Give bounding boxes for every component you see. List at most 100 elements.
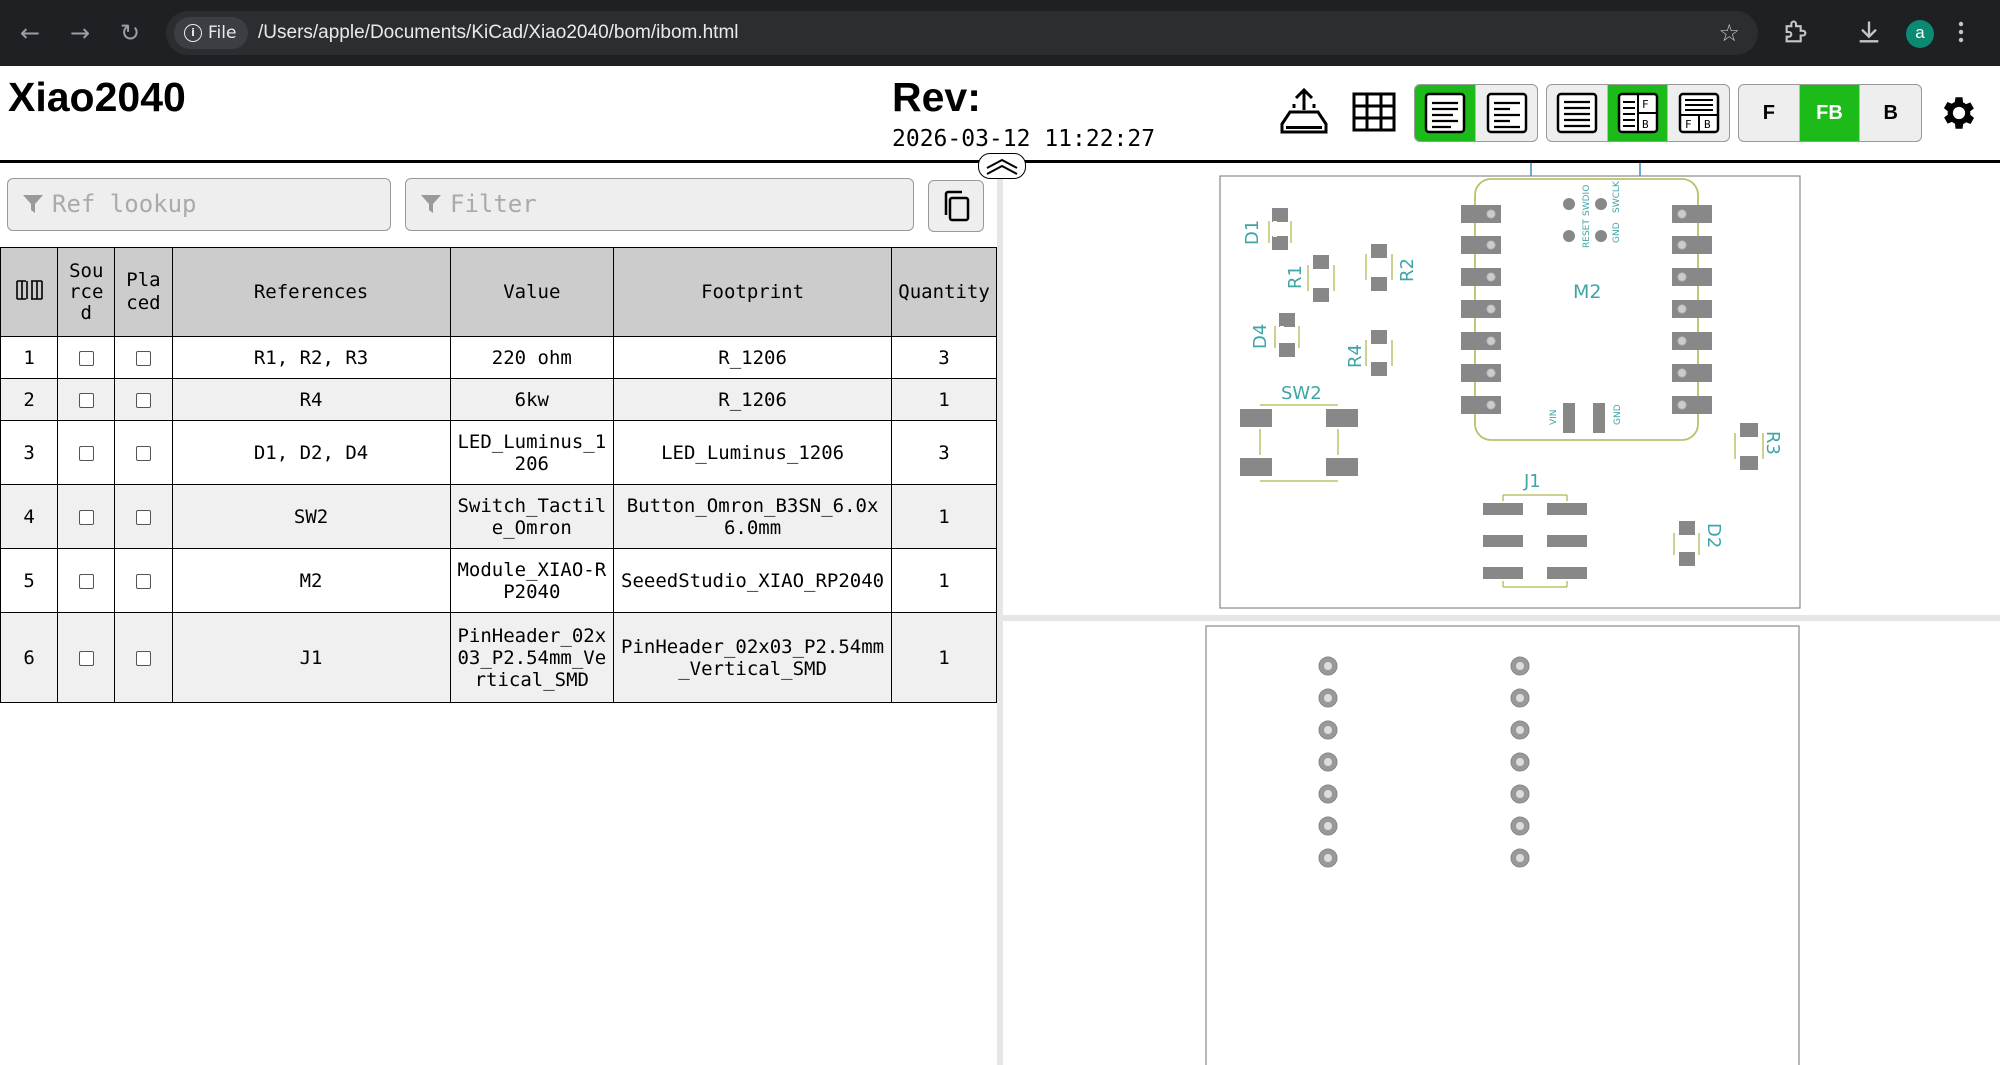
url-text[interactable]: /Users/apple/Documents/KiCad/Xiao2040/bo… xyxy=(258,11,739,55)
footprint-cell: LED_Luminus_1206 xyxy=(613,420,893,485)
front-pcb-view[interactable]: M2 RESET SWDIO GND SWCLK VIN GND D1 R1 R… xyxy=(1219,163,1801,609)
row-number: 1 xyxy=(0,336,59,379)
placed-checkbox[interactable] xyxy=(114,612,173,703)
sourced-checkbox[interactable] xyxy=(57,612,116,703)
d4-label: D4 xyxy=(1250,324,1271,349)
table-row[interactable]: 6 J1 PinHeader_02x03_P2.54mm_Vertical_SM… xyxy=(0,612,997,703)
placed-checkbox[interactable] xyxy=(114,336,173,379)
references-cell: M2 xyxy=(171,548,451,613)
swdio-pin-label: SWDIO xyxy=(1582,185,1592,216)
placed-checkbox[interactable] xyxy=(114,378,173,421)
row-number: 5 xyxy=(0,548,59,613)
quantity-cell: 1 xyxy=(891,612,997,703)
bom-table: Sourced Placed References Value Footprin… xyxy=(0,247,997,703)
quantity-cell: 1 xyxy=(891,548,997,613)
site-info-chip[interactable]: i File xyxy=(174,17,249,49)
quantity-cell: 1 xyxy=(891,484,997,549)
quantity-column-header[interactable]: Quantity xyxy=(891,247,997,337)
bom-ungrouped-button[interactable] xyxy=(1476,85,1537,141)
value-cell: 6kw xyxy=(449,378,615,421)
kebab-menu-icon[interactable] xyxy=(1956,18,1966,52)
bom-only-button[interactable] xyxy=(1547,85,1608,141)
revision-label: Rev: xyxy=(892,74,981,120)
sourced-checkbox[interactable] xyxy=(57,378,116,421)
bom-left-pcb-right-button[interactable]: FB xyxy=(1607,85,1669,141)
r4-label: R4 xyxy=(1345,344,1366,368)
r1-label: R1 xyxy=(1285,265,1306,289)
bom-header-row: Sourced Placed References Value Footprin… xyxy=(0,247,997,337)
sourced-checkbox[interactable] xyxy=(57,484,116,549)
svg-text:F: F xyxy=(1685,118,1692,131)
file-chip-label: File xyxy=(208,23,237,43)
bom-grouped-button[interactable] xyxy=(1415,85,1476,141)
placed-checkbox[interactable] xyxy=(114,548,173,613)
reload-icon[interactable]: ↻ xyxy=(114,17,146,49)
grid-view-icon[interactable] xyxy=(1346,84,1402,140)
references-cell: SW2 xyxy=(171,484,451,549)
placed-checkbox[interactable] xyxy=(114,484,173,549)
info-icon: i xyxy=(184,24,202,42)
r3-label: R3 xyxy=(1762,431,1783,455)
sw2-label: SW2 xyxy=(1281,383,1322,404)
bom-top-pcb-bottom-button[interactable]: FB xyxy=(1668,85,1729,141)
references-cell: D1, D2, D4 xyxy=(171,420,451,485)
extensions-icon[interactable] xyxy=(1782,18,1810,52)
value-cell: PinHeader_02x03_P2.54mm_Vertical_SMD xyxy=(449,612,615,703)
references-cell: R4 xyxy=(171,378,451,421)
forward-icon[interactable]: → xyxy=(64,17,96,49)
value-column-header[interactable]: Value xyxy=(449,247,615,337)
layer-both-button[interactable]: FB xyxy=(1799,85,1861,141)
footprint-cell: PinHeader_02x03_P2.54mm_Vertical_SMD xyxy=(613,612,893,703)
d2-label: D2 xyxy=(1703,523,1724,548)
profile-avatar[interactable]: a xyxy=(1906,20,1934,48)
value-cell: Switch_Tactile_Omron xyxy=(449,484,615,549)
placed-column-header[interactable]: Placed xyxy=(114,247,173,337)
bom-mode-group xyxy=(1414,84,1538,142)
download-icon[interactable] xyxy=(1855,18,1883,52)
sourced-column-header[interactable]: Sourced xyxy=(57,247,116,337)
copy-icon xyxy=(944,190,970,222)
ref-lookup-input[interactable]: Ref lookup xyxy=(7,178,391,231)
table-row[interactable]: 5 M2 Module_XIAO-RP2040 SeeedStudio_XIAO… xyxy=(0,548,997,613)
table-row[interactable]: 1 R1, R2, R3 220 ohm R_1206 3 xyxy=(0,336,997,379)
table-row[interactable]: 4 SW2 Switch_Tactile_Omron Button_Omron_… xyxy=(0,484,997,549)
footprint-column-header[interactable]: Footprint xyxy=(613,247,893,337)
row-number: 3 xyxy=(0,420,59,485)
bars-icon xyxy=(16,279,43,300)
layout-mode-group: FB FB xyxy=(1546,84,1730,142)
layer-back-button[interactable]: B xyxy=(1860,85,1921,141)
revision-date: 2026-03-12 11:22:27 xyxy=(892,126,1156,152)
bookmark-star-icon[interactable]: ☆ xyxy=(1718,19,1740,47)
placed-checkbox[interactable] xyxy=(114,420,173,485)
back-pcb-view[interactable] xyxy=(1205,625,1800,1065)
references-column-header[interactable]: References xyxy=(171,247,451,337)
sourced-checkbox[interactable] xyxy=(57,548,116,613)
dark-mode-toggle-icon[interactable] xyxy=(1276,84,1332,140)
vin-pin-label: VIN xyxy=(1549,409,1559,425)
layer-front-button[interactable]: F xyxy=(1739,85,1800,141)
filter-placeholder: Filter xyxy=(450,190,537,218)
svg-text:B: B xyxy=(1642,118,1649,131)
d1-label: D1 xyxy=(1242,220,1263,245)
pcb-canvas[interactable]: M2 RESET SWDIO GND SWCLK VIN GND D1 R1 R… xyxy=(1003,163,2000,1065)
value-cell: LED_Luminus_1206 xyxy=(449,420,615,485)
row-number: 4 xyxy=(0,484,59,549)
svg-text:F: F xyxy=(1642,98,1649,111)
copy-bom-button[interactable] xyxy=(928,180,984,232)
sourced-checkbox[interactable] xyxy=(57,336,116,379)
back-icon[interactable]: ← xyxy=(14,17,46,49)
sourced-checkbox[interactable] xyxy=(57,420,116,485)
row-number-header[interactable] xyxy=(0,247,59,337)
reset-pin-label: RESET xyxy=(1582,219,1592,248)
quantity-cell: 1 xyxy=(891,378,997,421)
r2-label: R2 xyxy=(1397,258,1418,282)
quantity-cell: 3 xyxy=(891,420,997,485)
layer-select-group: F FB B xyxy=(1738,84,1922,142)
filter-input[interactable]: Filter xyxy=(405,178,914,231)
address-bar[interactable]: i File /Users/apple/Documents/KiCad/Xiao… xyxy=(166,11,1758,55)
table-row[interactable]: 3 D1, D2, D4 LED_Luminus_1206 LED_Luminu… xyxy=(0,420,997,485)
settings-gear-icon[interactable] xyxy=(1938,92,1980,134)
svg-text:B: B xyxy=(1704,118,1711,131)
m2-outline xyxy=(1474,178,1699,441)
table-row[interactable]: 2 R4 6kw R_1206 1 xyxy=(0,378,997,421)
